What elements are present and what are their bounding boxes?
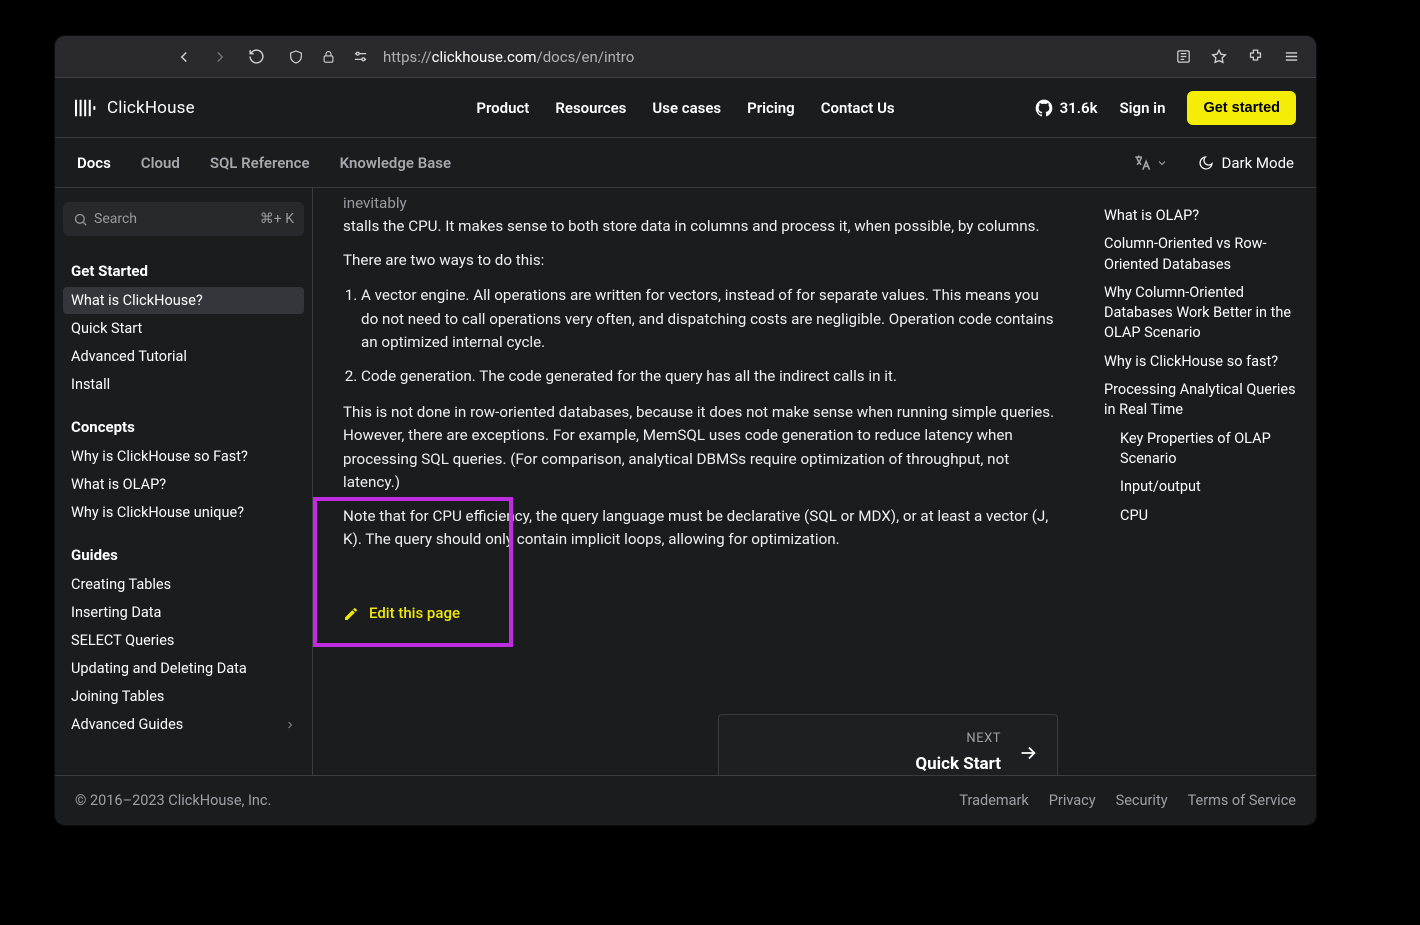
footer-terms[interactable]: Terms of Service	[1188, 792, 1296, 809]
nav-contact[interactable]: Contact Us	[821, 99, 895, 117]
edit-page-label: Edit this page	[369, 602, 460, 625]
nav-resources[interactable]: Resources	[555, 99, 626, 117]
github-stars-count: 31.6k	[1060, 99, 1098, 117]
nav-use-cases[interactable]: Use cases	[652, 99, 721, 117]
footer-privacy[interactable]: Privacy	[1049, 792, 1096, 809]
site-header: ClickHouse Product Resources Use cases P…	[55, 78, 1316, 138]
browser-window: https://clickhouse.com/docs/en/intro	[55, 36, 1316, 825]
reader-mode-icon[interactable]	[1174, 48, 1192, 66]
github-icon	[1034, 98, 1054, 118]
language-switcher[interactable]	[1132, 153, 1168, 173]
page-body: Search ⌘+ K Get Started What is ClickHou…	[55, 188, 1316, 775]
body-paragraph: There are two ways to do this:	[343, 249, 1058, 273]
toc-item[interactable]: Why is ClickHouse so fast?	[1104, 348, 1302, 376]
dark-mode-label: Dark Mode	[1222, 154, 1294, 172]
search-kbd-hint: ⌘+ K	[260, 211, 294, 227]
search-placeholder: Search	[94, 211, 137, 227]
bookmark-icon[interactable]	[1210, 48, 1228, 66]
logo-text: ClickHouse	[107, 98, 195, 118]
sidebar-item-why-fast[interactable]: Why is ClickHouse so Fast?	[63, 443, 304, 470]
sidebar-item-what-is-clickhouse[interactable]: What is ClickHouse?	[63, 287, 304, 314]
toc-item[interactable]: CPU	[1104, 502, 1302, 530]
sidebar-section-get-started: Get Started	[63, 256, 304, 286]
tab-docs[interactable]: Docs	[77, 154, 111, 172]
back-icon[interactable]	[175, 48, 193, 66]
logo-icon	[75, 98, 97, 118]
tab-knowledge-base[interactable]: Knowledge Base	[340, 154, 451, 172]
copyright-text: © 2016–2023 ClickHouse, Inc.	[75, 792, 271, 809]
body-paragraph: dispatching cost. If you do not do this,…	[343, 188, 1058, 239]
extensions-icon[interactable]	[1246, 48, 1264, 66]
next-eyebrow: NEXT	[915, 729, 1001, 749]
docs-secondary-nav: Docs Cloud SQL Reference Knowledge Base …	[55, 138, 1316, 188]
dark-mode-toggle[interactable]: Dark Mode	[1198, 154, 1294, 172]
sidebar-item-advanced-guides[interactable]: Advanced Guides	[63, 711, 304, 738]
sidebar-item-select-queries[interactable]: SELECT Queries	[63, 627, 304, 654]
sidebar-item-install[interactable]: Install	[63, 371, 304, 398]
search-input[interactable]: Search ⌘+ K	[63, 202, 304, 236]
toc-item[interactable]: Why Column-Oriented Databases Work Bette…	[1104, 279, 1302, 348]
app-menu-icon[interactable]	[1282, 48, 1300, 66]
sidebar-section-concepts: Concepts	[63, 412, 304, 442]
toc-item[interactable]: Processing Analytical Queries in Real Ti…	[1104, 376, 1302, 425]
list-item: A vector engine. All operations are writ…	[361, 284, 1058, 355]
next-title: Quick Start	[915, 751, 1001, 775]
nav-pricing[interactable]: Pricing	[747, 99, 795, 117]
sidebar-item-creating-tables[interactable]: Creating Tables	[63, 571, 304, 598]
permissions-icon[interactable]	[351, 48, 369, 66]
url-text: https://clickhouse.com/docs/en/intro	[383, 48, 634, 66]
language-icon	[1132, 153, 1152, 173]
shield-icon[interactable]	[287, 48, 305, 66]
sidebar-item-joining-tables[interactable]: Joining Tables	[63, 683, 304, 710]
sidebar-item-why-unique[interactable]: Why is ClickHouse unique?	[63, 499, 304, 526]
moon-icon	[1198, 155, 1214, 171]
toc-item[interactable]: Input/output	[1104, 473, 1302, 501]
reload-icon[interactable]	[247, 48, 265, 66]
browser-chrome: https://clickhouse.com/docs/en/intro	[55, 36, 1316, 78]
tab-cloud[interactable]: Cloud	[141, 154, 180, 172]
github-link[interactable]: 31.6k	[1034, 98, 1098, 118]
footer-security[interactable]: Security	[1116, 792, 1168, 809]
lock-icon[interactable]	[319, 48, 337, 66]
next-page-card[interactable]: NEXT Quick Start	[718, 714, 1058, 775]
url-bar[interactable]: https://clickhouse.com/docs/en/intro	[279, 42, 1160, 72]
chevron-right-icon	[284, 719, 296, 731]
nav-product[interactable]: Product	[476, 99, 529, 117]
footer-trademark[interactable]: Trademark	[959, 792, 1028, 809]
docs-sidebar: Search ⌘+ K Get Started What is ClickHou…	[55, 188, 313, 775]
signin-link[interactable]: Sign in	[1119, 99, 1165, 117]
toc-item[interactable]: Key Properties of OLAP Scenario	[1104, 425, 1302, 474]
toc-item[interactable]: Column-Oriented vs Row-Oriented Database…	[1104, 230, 1302, 279]
sidebar-item-updating-deleting[interactable]: Updating and Deleting Data	[63, 655, 304, 682]
toc-item[interactable]: What is OLAP?	[1104, 202, 1302, 230]
pencil-icon	[343, 606, 359, 622]
edit-page-link[interactable]: Edit this page	[343, 602, 460, 625]
sidebar-item-inserting-data[interactable]: Inserting Data	[63, 599, 304, 626]
chevron-down-icon	[1156, 157, 1168, 169]
primary-nav: Product Resources Use cases Pricing Cont…	[434, 99, 937, 117]
sidebar-item-what-is-olap[interactable]: What is OLAP?	[63, 471, 304, 498]
site-logo[interactable]: ClickHouse	[75, 98, 434, 118]
search-icon	[73, 212, 88, 227]
forward-icon	[211, 48, 229, 66]
table-of-contents: What is OLAP? Column-Oriented vs Row-Ori…	[1088, 188, 1316, 775]
sidebar-item-quick-start[interactable]: Quick Start	[63, 315, 304, 342]
arrow-right-icon	[1017, 742, 1039, 764]
site-footer: © 2016–2023 ClickHouse, Inc. Trademark P…	[55, 775, 1316, 825]
body-paragraph: Note that for CPU efficiency, the query …	[343, 505, 1058, 552]
sidebar-section-guides: Guides	[63, 540, 304, 570]
sidebar-item-advanced-tutorial[interactable]: Advanced Tutorial	[63, 343, 304, 370]
get-started-button[interactable]: Get started	[1187, 91, 1296, 125]
list-item: Code generation. The code generated for …	[361, 365, 1058, 389]
article-content: dispatching cost. If you do not do this,…	[313, 188, 1088, 775]
body-paragraph: This is not done in row-oriented databas…	[343, 401, 1058, 495]
tab-sql-reference[interactable]: SQL Reference	[210, 154, 310, 172]
